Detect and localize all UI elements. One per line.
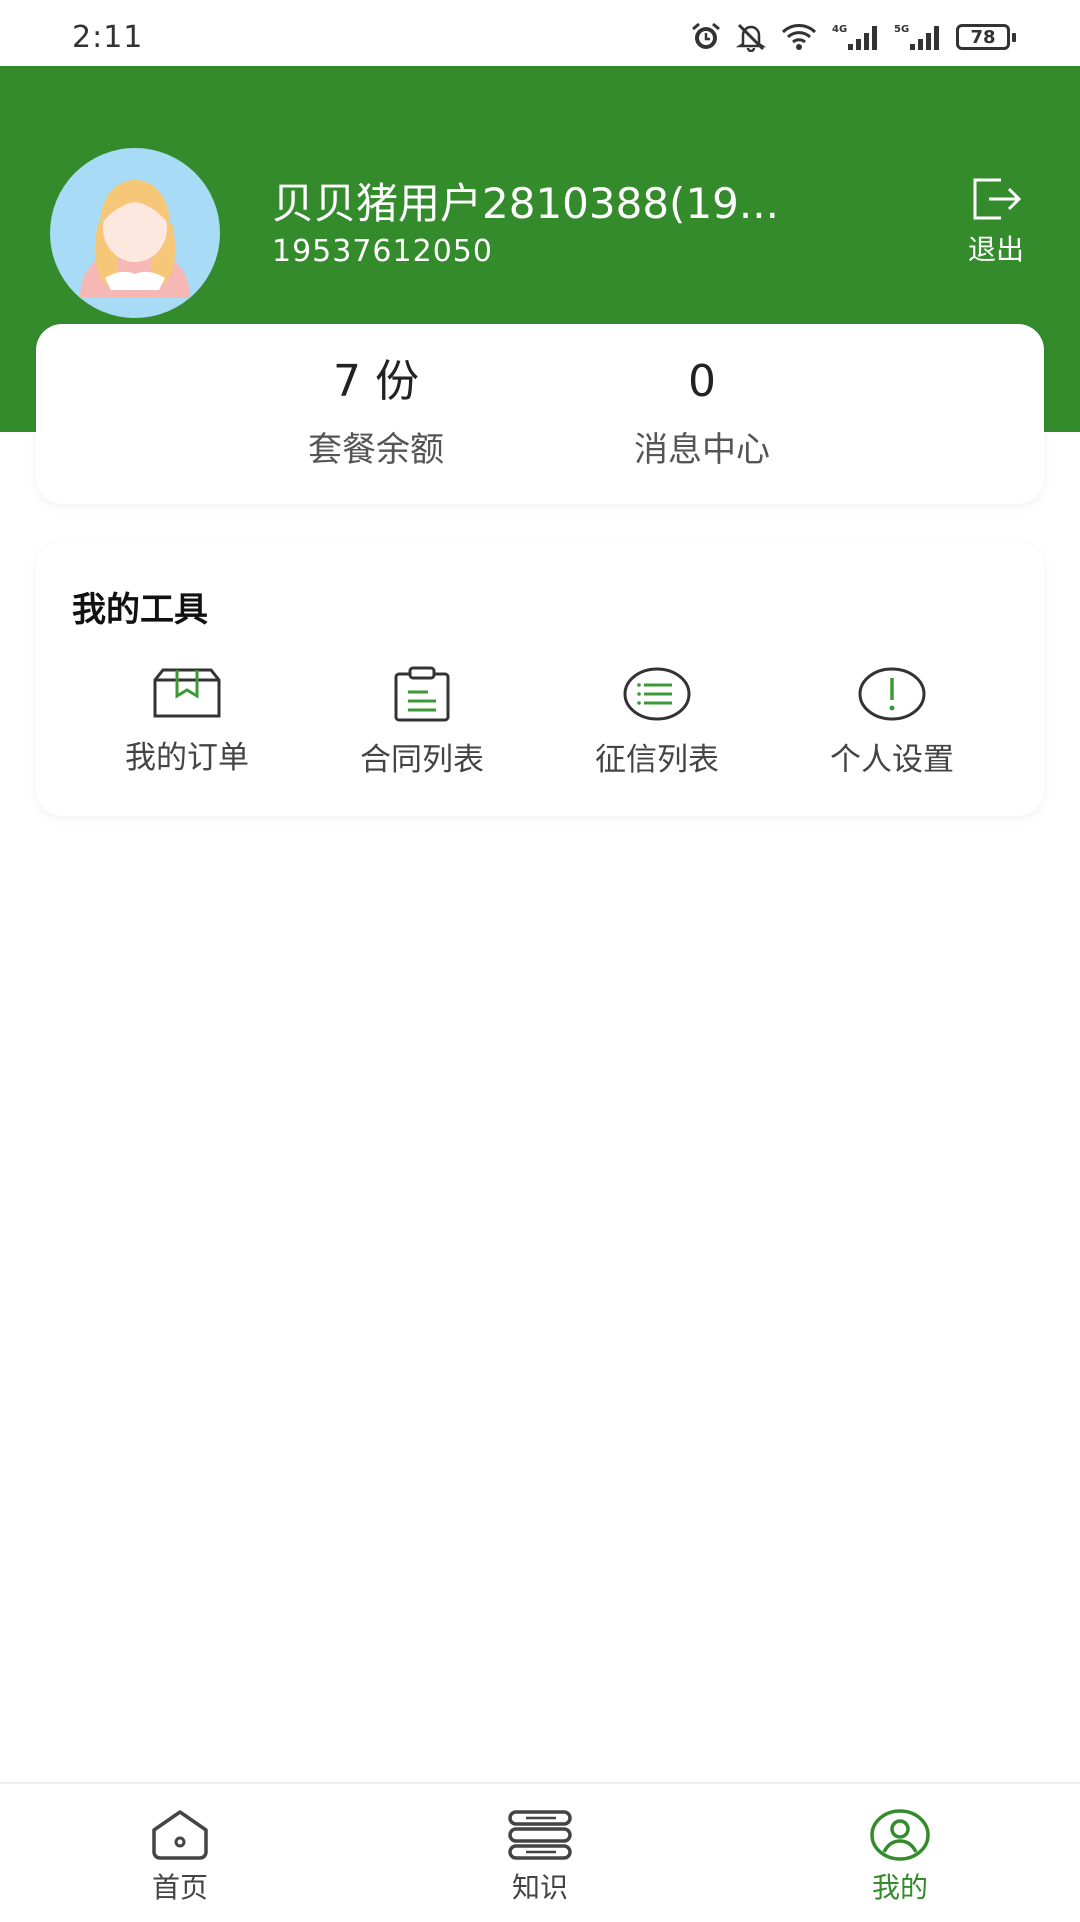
nav-knowledge[interactable]: 知识: [460, 1808, 620, 1906]
alert-icon: [792, 666, 992, 722]
nav-label: 我的: [871, 1871, 928, 1904]
tool-credit-list[interactable]: 征信列表: [557, 666, 757, 779]
logout-button[interactable]: 退出: [956, 176, 1036, 268]
logout-icon: [956, 176, 1036, 222]
tool-label: 合同列表: [360, 742, 484, 778]
bottom-nav: 首页 知识 我的: [0, 1782, 1080, 1922]
tool-contract-list[interactable]: 合同列表: [322, 666, 522, 779]
tool-personal-settings[interactable]: 个人设置: [792, 666, 992, 779]
home-icon: [100, 1808, 260, 1862]
stat-label: 消息中心: [634, 430, 770, 470]
status-bar: 2:11 4G 5G 78: [0, 0, 1080, 66]
alarm-icon: [690, 22, 722, 52]
stat-label: 套餐余额: [308, 430, 444, 470]
stat-message-center[interactable]: 0 消息中心: [582, 354, 822, 471]
stat-package-balance[interactable]: 7 份 套餐余额: [256, 354, 496, 471]
logout-label: 退出: [967, 233, 1024, 266]
user-icon: [820, 1808, 980, 1862]
box-icon: [87, 666, 287, 720]
nav-mine[interactable]: 我的: [820, 1808, 980, 1906]
tool-label: 个人设置: [830, 742, 954, 778]
signal-4g-icon: 4G: [832, 22, 880, 52]
list-icon: [557, 666, 757, 722]
knowledge-icon: [460, 1808, 620, 1862]
tools-card: 我的工具 我的订单 合同列表 征信列表 个人设置: [36, 542, 1044, 816]
mute-bell-icon: [736, 22, 766, 52]
svg-text:5G: 5G: [894, 24, 909, 35]
clipboard-icon: [322, 666, 522, 722]
tool-my-orders[interactable]: 我的订单: [87, 666, 287, 777]
svg-text:4G: 4G: [832, 24, 847, 35]
stat-value: 7 份: [333, 356, 419, 407]
nav-label: 知识: [511, 1871, 568, 1904]
stats-card: 7 份 套餐余额 0 消息中心: [36, 324, 1044, 504]
stat-value: 0: [688, 356, 716, 407]
user-phone: 19537612050: [272, 234, 493, 269]
wifi-icon: [780, 22, 818, 52]
nav-home[interactable]: 首页: [100, 1808, 260, 1906]
signal-5g-icon: 5G: [894, 22, 942, 52]
user-name: 贝贝猪用户2810388(19...: [272, 179, 779, 228]
status-icons: 4G 5G 78: [690, 20, 1016, 54]
tools-title: 我的工具: [72, 590, 208, 630]
status-time: 2:11: [72, 20, 144, 55]
tool-label: 征信列表: [595, 742, 719, 778]
avatar[interactable]: [50, 148, 220, 318]
tool-label: 我的订单: [125, 740, 249, 776]
battery-icon: 78: [956, 24, 1016, 50]
nav-label: 首页: [151, 1871, 208, 1904]
